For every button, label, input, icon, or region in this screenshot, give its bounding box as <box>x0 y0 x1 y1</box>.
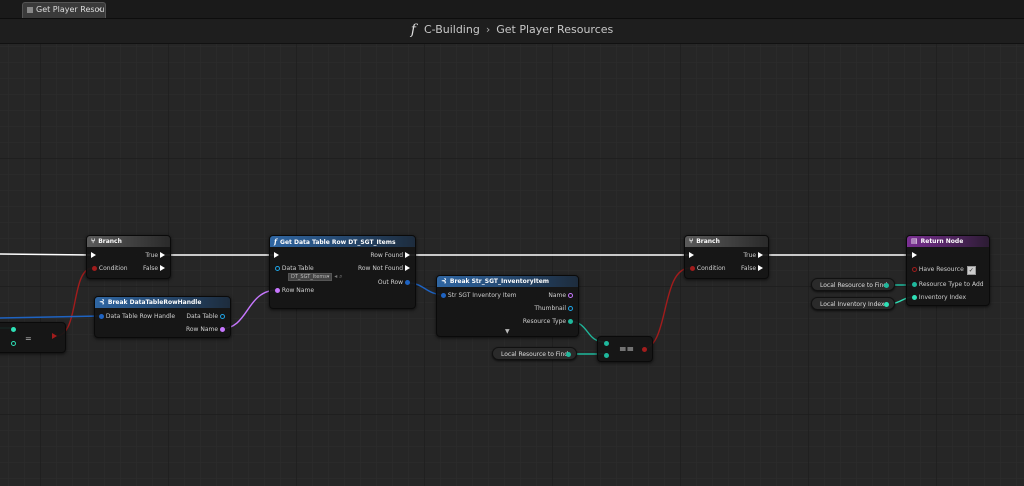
resource-type-to-add-pin[interactable]: Resource Type to Add <box>912 281 984 289</box>
branch-node-1[interactable]: ⑂ Branch True Condition False <box>86 235 171 279</box>
local-inventory-index-getter[interactable]: Local Inventory Index <box>811 297 895 310</box>
equal-operator: == <box>619 345 635 355</box>
condition-pin[interactable]: Condition <box>690 265 726 273</box>
rowname-input-pin[interactable]: Row Name <box>275 287 314 295</box>
name-output-pin[interactable]: Name <box>548 292 573 300</box>
break-struct-icon: ⊰ <box>441 277 447 285</box>
inventory-index-pin[interactable]: Inventory Index <box>912 294 966 302</box>
int-pin[interactable] <box>884 302 889 307</box>
break-struct-title: Break Str_SGT_InventoryItem <box>449 278 550 285</box>
return-title: Return Node <box>920 238 964 245</box>
int-input-pin-2[interactable] <box>11 340 16 348</box>
equal-enum-node[interactable]: == <box>597 336 653 362</box>
datatable-input-pin[interactable]: Data Table <box>275 265 314 273</box>
local-resource-to-find-getter[interactable]: Local Resource to Find <box>492 347 577 360</box>
get-datatable-row-node[interactable]: f Get Data Table Row DT_SGT_Items Row Fou… <box>269 235 416 309</box>
break-handle-title: Break DataTableRowHandle <box>107 299 202 306</box>
branch-icon: ⑂ <box>91 237 96 245</box>
branch-icon: ⑂ <box>689 237 694 245</box>
rowhandle-input-pin[interactable]: Data Table Row Handle <box>99 313 175 321</box>
have-resource-checkbox[interactable]: ✓ <box>966 266 976 275</box>
get-row-title: Get Data Table Row DT_SGT_Items <box>280 239 396 246</box>
have-resource-pin[interactable]: Have Resource ✓ <box>912 266 976 275</box>
rowname-output-pin[interactable]: Row Name <box>186 326 225 334</box>
expand-pins-icon[interactable]: ▼ <box>505 328 510 336</box>
break-datatable-rowhandle-node[interactable]: ⊰ Break DataTableRowHandle Data Table Row… <box>94 296 231 338</box>
bool-output-pin[interactable] <box>52 333 57 341</box>
int-input-pin[interactable] <box>11 326 16 334</box>
local-resource-to-find-getter-2[interactable]: Local Resource to Find <box>811 278 895 291</box>
partial-compare-node[interactable]: = <box>0 322 66 353</box>
row-not-found-pin[interactable]: Row Not Found <box>358 265 410 273</box>
enum-pin[interactable] <box>566 352 571 357</box>
row-found-pin[interactable]: Row Found <box>370 252 410 260</box>
condition-pin[interactable]: Condition <box>92 265 128 273</box>
resource-type-output-pin[interactable]: Resource Type <box>523 318 573 326</box>
break-inventory-item-node[interactable]: ⊰ Break Str_SGT_InventoryItem Str SGT Inv… <box>436 275 579 337</box>
thumbnail-output-pin[interactable]: Thumbnail <box>534 305 573 313</box>
true-output-pin[interactable]: True <box>743 252 763 260</box>
exec-wire-in <box>0 253 92 256</box>
datatable-dropdown[interactable]: DT_SGT_Items▾ ◂ ⌕ <box>288 273 343 281</box>
false-output-pin[interactable]: False <box>143 265 165 273</box>
inventory-item-input-pin[interactable]: Str SGT Inventory Item <box>441 292 517 300</box>
break-struct-icon: ⊰ <box>99 298 105 306</box>
return-icon: ▤ <box>911 237 918 245</box>
enum-a-pin[interactable] <box>604 340 609 348</box>
exec-input-pin[interactable] <box>274 252 279 260</box>
exec-input-pin[interactable] <box>689 252 694 260</box>
function-icon: f <box>274 237 278 246</box>
out-row-pin[interactable]: Out Row <box>378 279 410 287</box>
enum-pin[interactable] <box>884 283 889 288</box>
datatable-output-pin[interactable]: Data Table <box>186 313 225 321</box>
branch-title: Branch <box>98 238 122 245</box>
compare-operator: = <box>25 334 32 343</box>
enum-b-pin[interactable] <box>604 352 609 360</box>
false-output-pin[interactable]: False <box>741 265 763 273</box>
return-node[interactable]: ▤ Return Node Have Resource ✓ Resource Typ… <box>906 235 990 306</box>
exec-input-pin[interactable] <box>912 252 917 260</box>
branch-title: Branch <box>696 238 720 245</box>
exec-input-pin[interactable] <box>91 252 96 260</box>
branch-node-2[interactable]: ⑂ Branch True Condition False <box>684 235 769 279</box>
bool-output-pin[interactable] <box>642 346 647 354</box>
true-output-pin[interactable]: True <box>145 252 165 260</box>
